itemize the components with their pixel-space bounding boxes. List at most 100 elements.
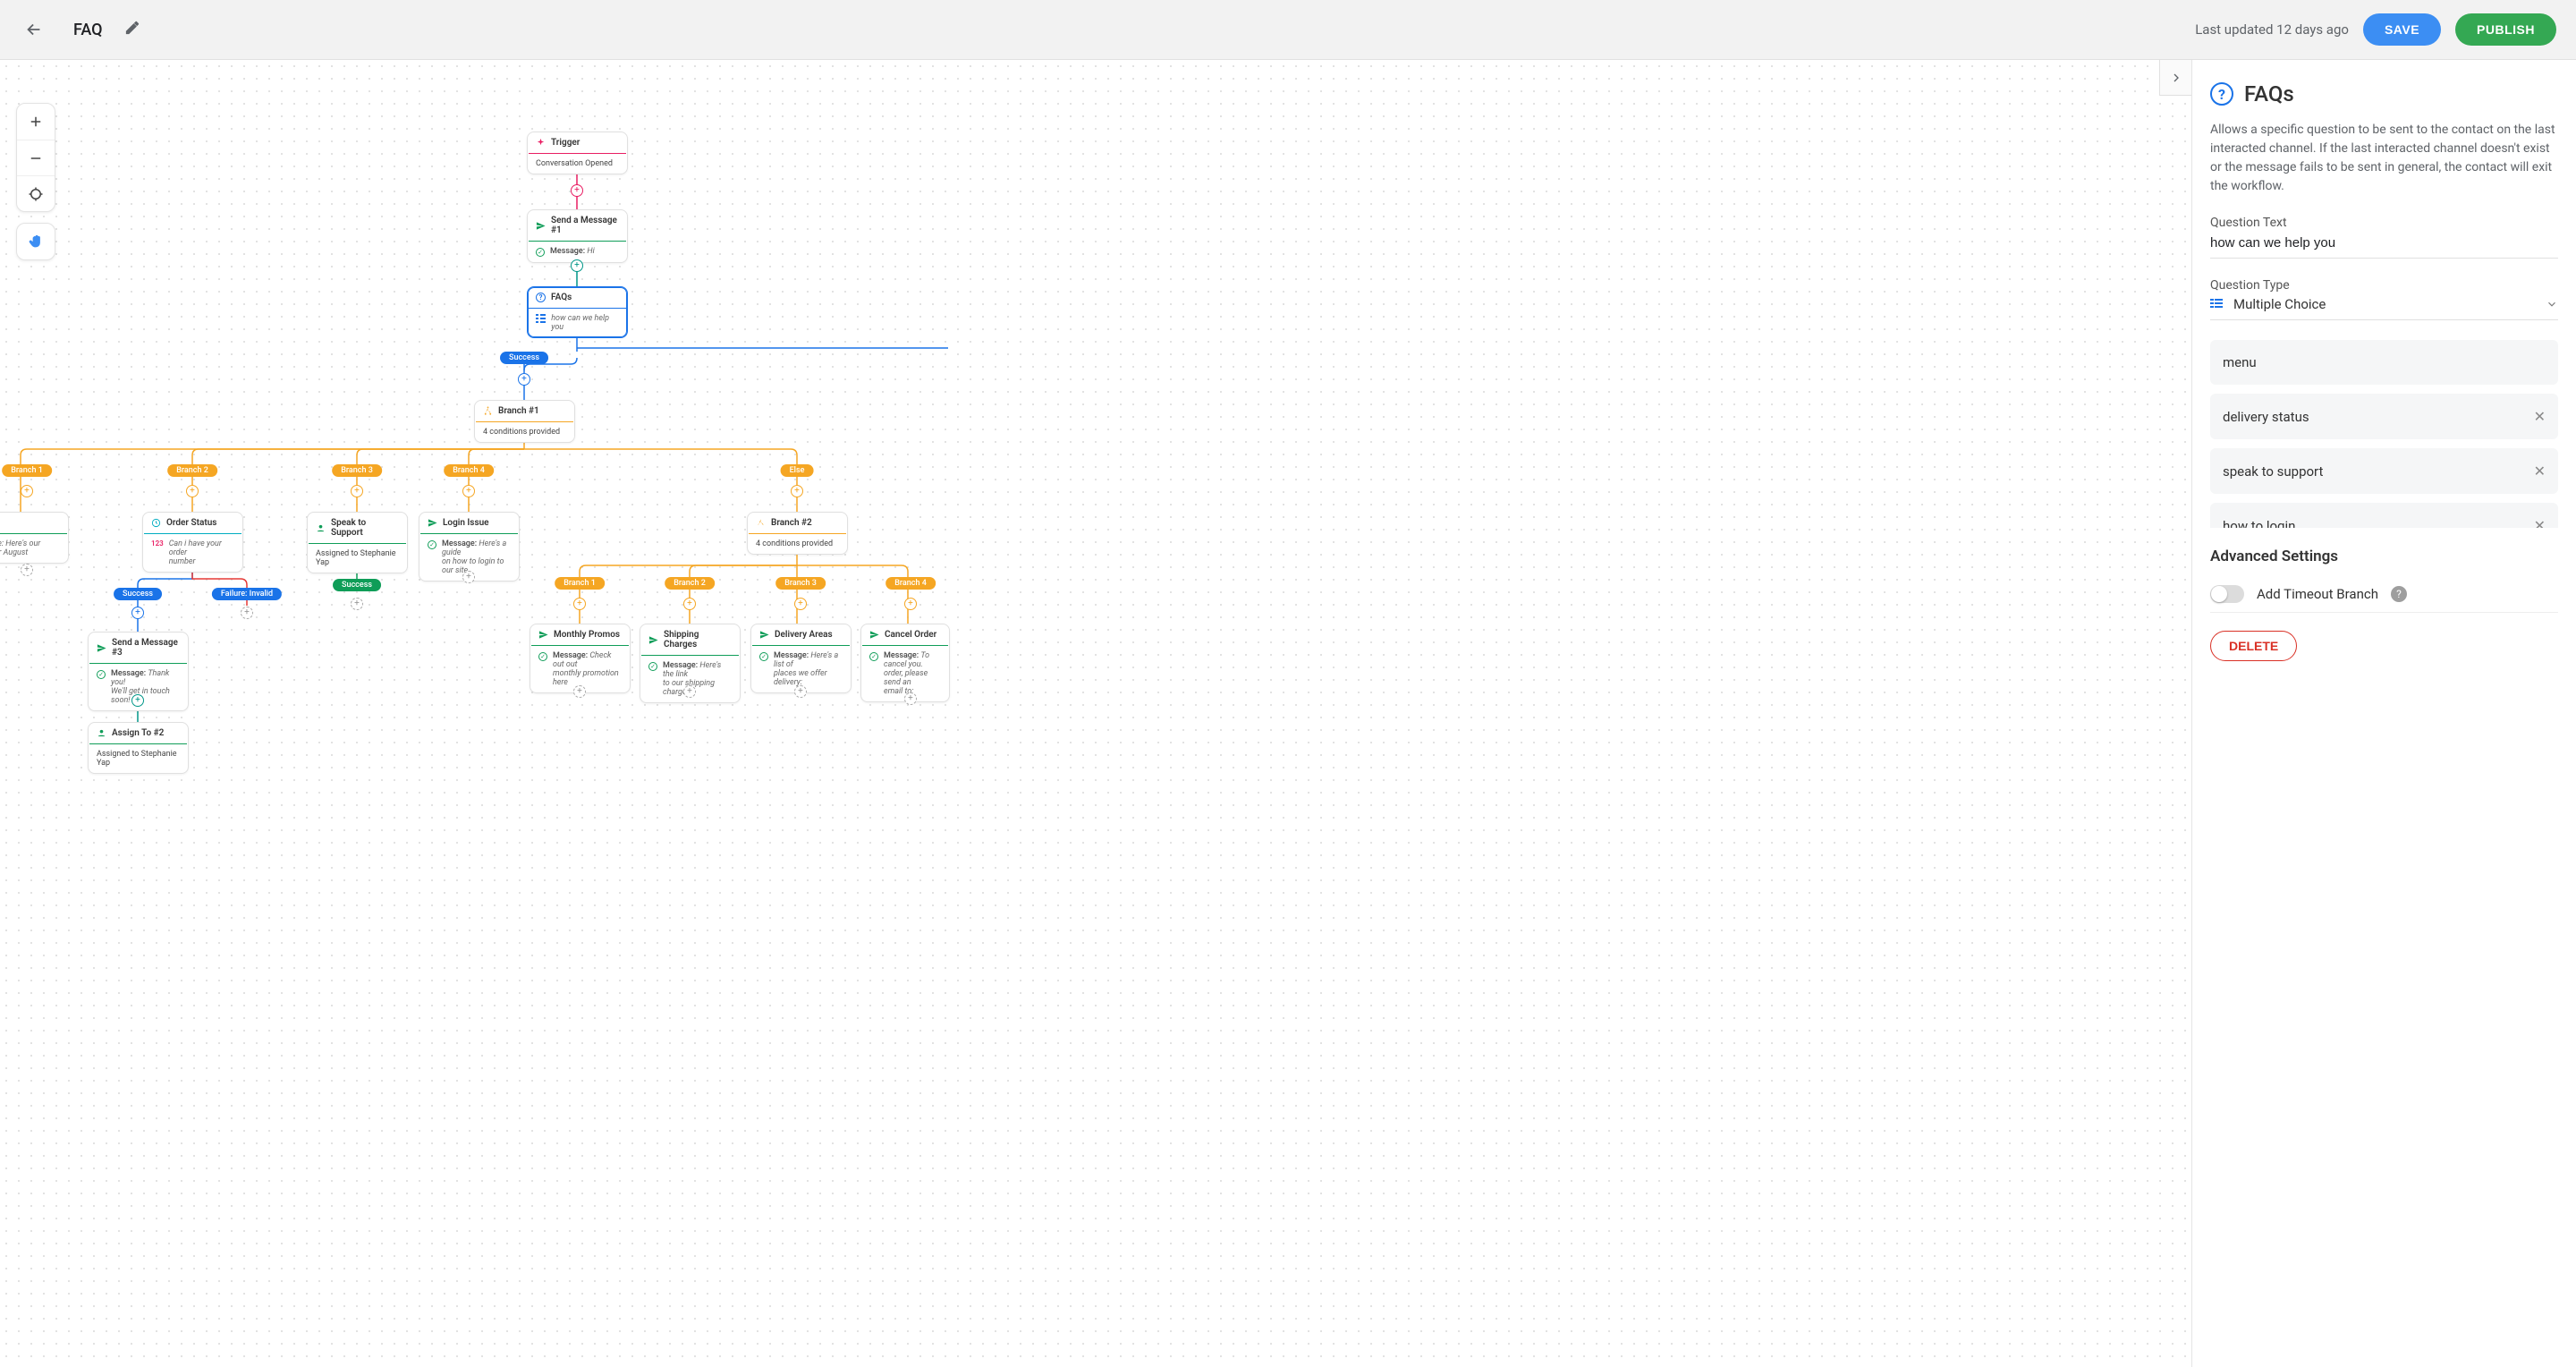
number-icon: 123 (151, 539, 164, 548)
options-list: menu delivery status✕ speak to support✕ … (2210, 340, 2558, 528)
send-icon (97, 643, 106, 653)
pan-button[interactable] (17, 224, 55, 259)
node-menu[interactable]: nu essage: Here's ourenu for August (0, 512, 69, 564)
plus-icon (28, 114, 44, 130)
send-icon (428, 518, 437, 528)
node-order-status[interactable]: Order Status 123Can i have your ordernum… (142, 512, 243, 573)
pill-branch: Branch 2 (167, 464, 217, 477)
send-icon (869, 630, 879, 640)
last-updated-text: Last updated 12 days ago (2195, 21, 2349, 38)
close-icon[interactable]: ✕ (2534, 463, 2546, 480)
add-dot[interactable] (462, 571, 475, 583)
add-dot[interactable] (131, 607, 144, 619)
list-icon (536, 314, 546, 323)
add-dot[interactable] (351, 485, 363, 497)
publish-button[interactable]: PUBLISH (2455, 13, 2556, 46)
crosshair-icon (28, 186, 44, 202)
close-icon[interactable]: ✕ (2534, 517, 2546, 528)
add-dot[interactable] (683, 685, 696, 698)
option-item[interactable]: menu (2210, 340, 2558, 385)
add-dot[interactable] (571, 259, 583, 272)
add-dot[interactable] (21, 564, 33, 576)
check-icon (648, 662, 657, 671)
send-icon (538, 630, 548, 640)
clock-icon (151, 518, 161, 528)
pill-branch: Else (781, 464, 814, 477)
user-icon (97, 728, 106, 738)
minus-icon (28, 150, 44, 166)
collapse-panel-button[interactable] (2159, 60, 2191, 96)
node-delivery-areas[interactable]: Delivery Areas Message: Here's a list of… (750, 624, 852, 693)
add-dot[interactable] (904, 692, 917, 705)
workflow-canvas[interactable]: Trigger Conversation Opened Send a Messa… (0, 60, 2191, 1367)
node-branch-2[interactable]: Branch #2 4 conditions provided (747, 512, 848, 555)
check-icon (428, 540, 436, 549)
close-icon[interactable]: ✕ (2534, 408, 2546, 425)
node-speak-support[interactable]: Speak to Support Assigned to Stephanie Y… (307, 512, 408, 573)
add-dot[interactable] (904, 598, 917, 610)
question-type-select[interactable]: Multiple Choice (2210, 296, 2558, 312)
pill-branch: Branch 3 (332, 464, 382, 477)
app-header: FAQ Last updated 12 days ago SAVE PUBLIS… (0, 0, 2576, 60)
branch-icon (483, 406, 493, 416)
delete-button[interactable]: DELETE (2210, 631, 2297, 661)
question-text-input[interactable] (2210, 235, 2558, 250)
add-dot[interactable] (573, 685, 586, 698)
add-dot[interactable] (794, 598, 807, 610)
panel-title: FAQs (2244, 81, 2294, 106)
help-icon[interactable]: ? (2391, 586, 2407, 602)
question-icon: ? (536, 293, 546, 302)
advanced-settings-heading: Advanced Settings (2210, 548, 2558, 565)
check-icon (869, 652, 878, 661)
pill-branch: Branch 4 (444, 464, 494, 477)
node-trigger[interactable]: Trigger Conversation Opened (527, 132, 628, 174)
timeout-toggle[interactable] (2210, 585, 2244, 603)
node-monthly-promos[interactable]: Monthly Promos Message: Check out outmon… (530, 624, 631, 693)
node-assign-to-2[interactable]: Assign To #2 Assigned to Stephanie Yap (88, 722, 189, 774)
pencil-icon (124, 20, 140, 36)
node-faqs[interactable]: ?FAQs how can we help you (527, 286, 628, 338)
pill-branch: Branch 3 (775, 577, 826, 590)
node-branch-1[interactable]: Branch #1 4 conditions provided (474, 400, 575, 443)
add-dot[interactable] (131, 694, 144, 707)
add-dot[interactable] (241, 607, 253, 619)
back-button[interactable] (20, 15, 48, 44)
add-dot[interactable] (351, 598, 363, 610)
add-dot[interactable] (462, 485, 475, 497)
edit-title-button[interactable] (124, 20, 140, 39)
add-dot[interactable] (573, 598, 586, 610)
sparkle-icon (536, 138, 546, 148)
add-dot[interactable] (794, 685, 807, 698)
add-dot[interactable] (518, 373, 530, 386)
add-dot[interactable] (186, 485, 199, 497)
arrow-left-icon (24, 20, 44, 39)
save-button[interactable]: SAVE (2363, 13, 2441, 46)
zoom-in-button[interactable] (17, 104, 55, 140)
add-dot[interactable] (791, 485, 803, 497)
branch-icon (756, 518, 766, 528)
zoom-out-button[interactable] (17, 140, 55, 175)
send-icon (759, 630, 769, 640)
recenter-button[interactable] (17, 175, 55, 211)
option-item[interactable]: how to login✕ (2210, 503, 2558, 528)
option-item[interactable]: delivery status✕ (2210, 394, 2558, 439)
pill-branch: Branch 1 (2, 464, 52, 477)
node-send-message-1[interactable]: Send a Message #1 Message: Hi (527, 209, 628, 263)
pill-success: Success (333, 579, 381, 591)
check-icon (759, 652, 768, 661)
hand-icon (28, 233, 44, 250)
add-dot[interactable] (21, 485, 33, 497)
question-text-label: Question Text (2210, 216, 2558, 230)
check-icon (97, 670, 106, 679)
node-cancel-order[interactable]: Cancel Order Message: To cancel you.orde… (860, 624, 950, 702)
pill-branch: Branch 1 (555, 577, 605, 590)
pill-branch: Branch 4 (886, 577, 936, 590)
chevron-right-icon (2169, 71, 2183, 85)
pill-branch: Branch 2 (665, 577, 715, 590)
option-item[interactable]: speak to support✕ (2210, 448, 2558, 494)
add-dot[interactable] (683, 598, 696, 610)
list-icon (2210, 299, 2224, 310)
question-type-label: Question Type (2210, 278, 2558, 293)
add-dot[interactable] (571, 184, 583, 197)
pill-failure: Failure: Invalid (212, 588, 282, 600)
